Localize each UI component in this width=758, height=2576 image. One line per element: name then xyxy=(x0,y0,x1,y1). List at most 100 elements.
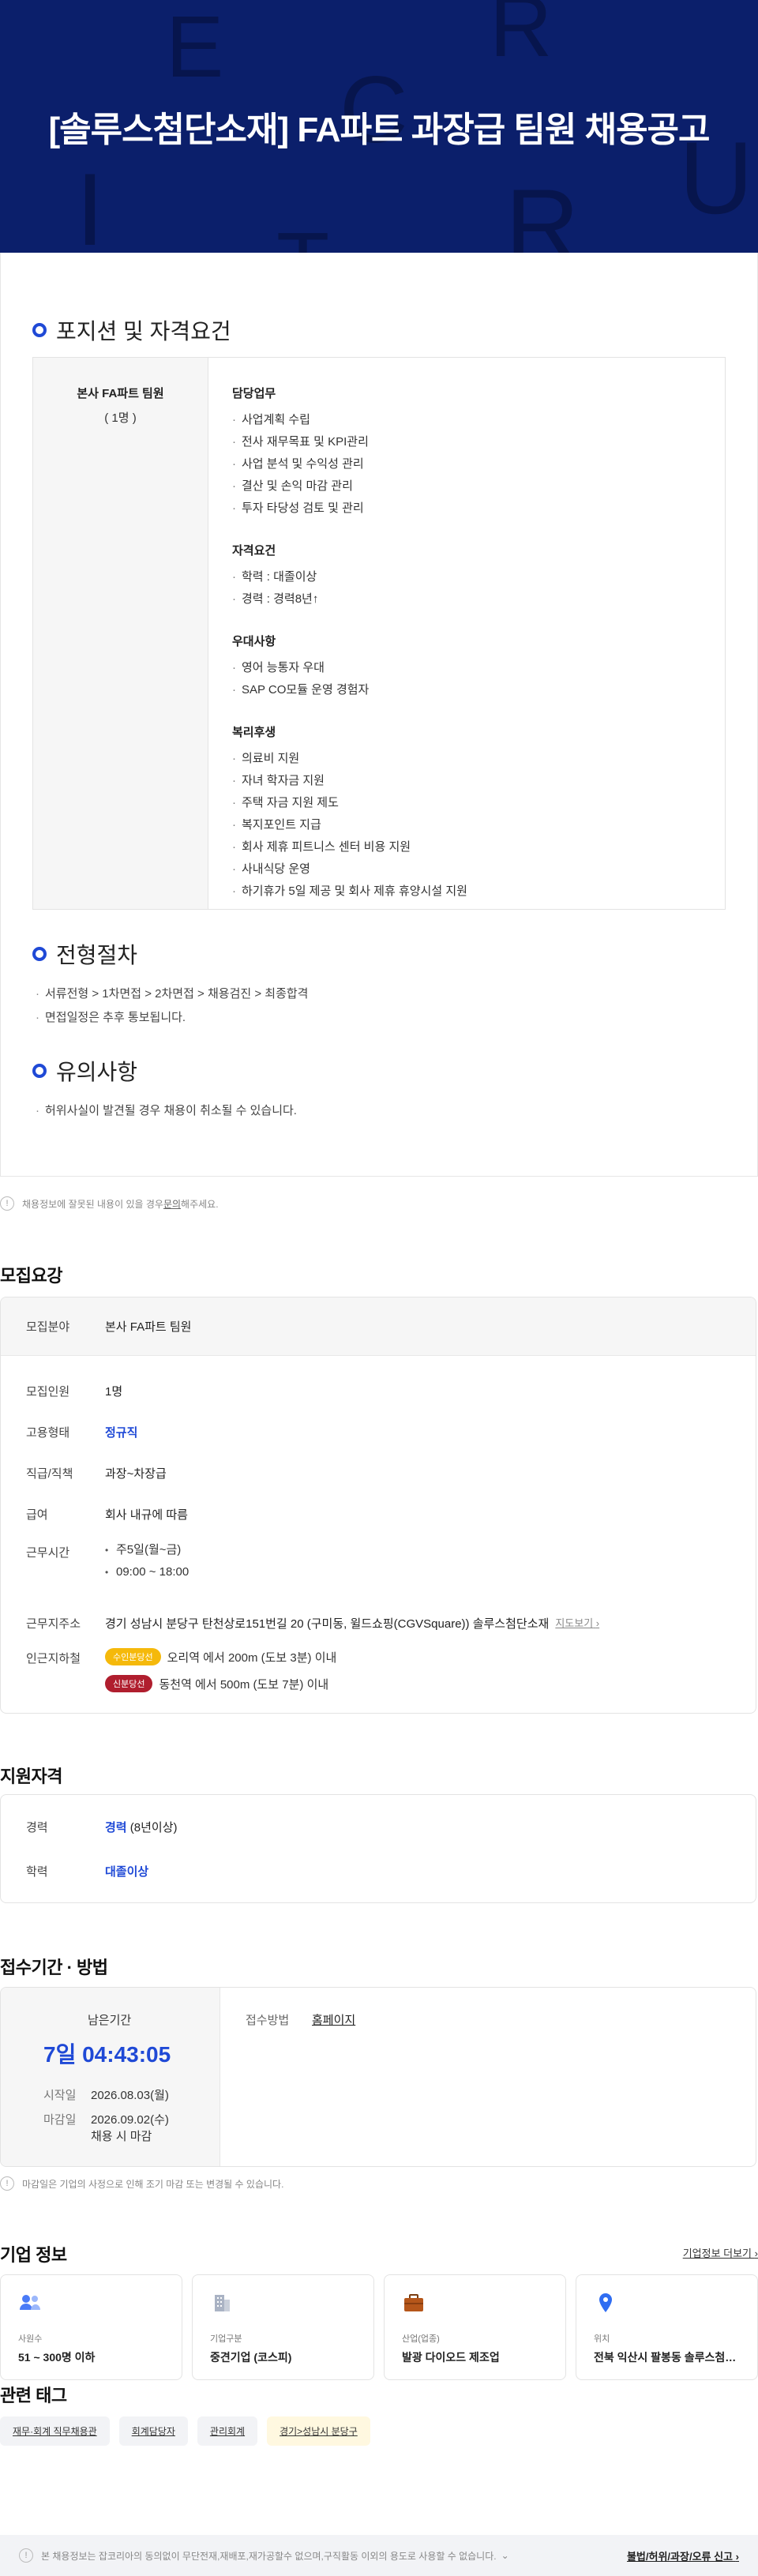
position-role-cell: 본사 FA파트 팀원 ( 1명 ) xyxy=(33,358,208,909)
ring-bullet-icon xyxy=(32,323,47,337)
homepage-apply-link[interactable]: 홈페이지 xyxy=(312,2011,355,2142)
building-icon xyxy=(215,2295,230,2311)
list-item: 서류전형 > 1차면접 > 2차면접 > 채용검진 > 최종합격 xyxy=(36,982,308,1006)
map-link[interactable]: 지도보기 › xyxy=(555,1615,599,1630)
list-item: 하기휴가 5일 제공 및 회사 제휴 휴양시설 지원 xyxy=(232,881,467,903)
position-table: 본사 FA파트 팀원 ( 1명 ) 담당업무 사업계획 수립 전사 재무목표 및… xyxy=(32,357,726,910)
chevron-right-icon: › xyxy=(735,2550,739,2563)
list-item: 학력 : 대졸이상 xyxy=(232,566,467,588)
employment-type-row: 고용형태 정규직 xyxy=(1,1424,756,1440)
subway-item: 신분당선 동천역 에서 500m (도보 7분) 이내 xyxy=(105,1675,336,1692)
report-link[interactable]: 불법/허위/과장/오류 신고 › xyxy=(627,2548,739,2563)
posting-detail-card: 포지션 및 자격요건 본사 FA파트 팀원 ( 1명 ) 담당업무 사업계획 수… xyxy=(0,253,758,1177)
period-left-panel: 남은기간 7일 04:43:05 시작일 2026.08.03(월) 마감일 2… xyxy=(1,1988,220,2166)
recruit-box: 모집분야 본사 FA파트 팀원 모집인원 1명 고용형태 정규직 직급/직책 과… xyxy=(0,1297,756,1714)
subway-item: 수인분당선 오리역 에서 200m (도보 3분) 이내 xyxy=(105,1648,336,1665)
ring-bullet-icon xyxy=(32,1064,47,1078)
recruit-count-row: 모집인원 1명 xyxy=(26,1385,123,1399)
list-item: 의료비 지원 xyxy=(232,748,467,770)
subway-line-badge: 수인분당선 xyxy=(105,1648,161,1665)
info-icon: ! xyxy=(0,1196,14,1211)
company-more-link[interactable]: 기업정보 더보기 › xyxy=(683,2245,758,2260)
company-card-employees: 사원수 51 ~ 300명 이하 xyxy=(0,2274,182,2380)
company-heading: 기업 정보 xyxy=(0,2245,67,2265)
subway-row: 인근지하철 수인분당선 오리역 에서 200m (도보 3분) 이내 신분당선 … xyxy=(1,1648,756,1702)
list-item: 전사 재무목표 및 KPI관리 xyxy=(232,431,467,453)
list-item: 사업 분석 및 수익성 관리 xyxy=(232,453,467,475)
copyright-footer: ! 본 채용정보는 잡코리아의 동의없이 무단전재,재배포,재가공할수 없으며,… xyxy=(0,2535,758,2576)
list-item: 영어 능통자 우대 xyxy=(232,657,467,679)
apply-method: 접수방법 홈페이지 xyxy=(220,1988,381,2166)
hero-bg-letter: R xyxy=(505,167,580,253)
company-card-industry: 산업(업종) 발광 다이오드 제조업 xyxy=(384,2274,566,2380)
caution-heading: 유의사항 xyxy=(32,1055,137,1087)
benefit-group: 복리후생 의료비 지원 자녀 학자금 지원 주택 자금 지원 제도 복지포인트 … xyxy=(232,723,467,903)
career-row: 경력 경력 (8년이상) xyxy=(26,1821,178,1834)
tag-item[interactable]: 재무·회계 직무채용관 xyxy=(0,2416,110,2446)
company-card-type: 기업구분 중견기업 (코스피) xyxy=(192,2274,374,2380)
education-value: 대졸이상 xyxy=(105,1865,149,1879)
info-icon: ! xyxy=(0,2176,14,2191)
hero-banner: E R C U I R T [솔루스첨단소재] FA파트 과장급 팀원 채용공고 xyxy=(0,0,758,253)
ring-bullet-icon xyxy=(32,947,47,961)
career-value: 경력 xyxy=(105,1821,127,1834)
remaining-label: 남은기간 xyxy=(88,2014,132,2027)
recruit-heading: 모집요강 xyxy=(0,1266,62,1286)
remaining-time: 7일 04:43:05 xyxy=(43,2042,171,2067)
list-item: 사내식당 운영 xyxy=(232,858,467,881)
tag-item[interactable]: 회계담당자 xyxy=(118,2416,188,2446)
recruit-field-row: 모집분야 본사 FA파트 팀원 xyxy=(1,1297,756,1356)
list-item: 경력 : 경력8년↑ xyxy=(232,588,467,610)
inquiry-link[interactable]: 문의 xyxy=(163,1197,181,1211)
tag-item[interactable]: 경기>성남시 분당구 xyxy=(267,2416,370,2446)
list-item: 회사 제휴 피트니스 센터 비용 지원 xyxy=(232,836,467,858)
period-heading: 접수기간 · 방법 xyxy=(0,1958,108,1977)
chevron-right-icon: › xyxy=(595,1617,600,1629)
period-box: 남은기간 7일 04:43:05 시작일 2026.08.03(월) 마감일 2… xyxy=(0,1987,756,2167)
rank-row: 직급/직책 과장~차장급 xyxy=(26,1467,167,1481)
tag-item[interactable]: 관리회계 xyxy=(197,2416,258,2446)
process-heading: 전형절차 xyxy=(32,938,137,970)
list-item: 허위사실이 발견될 경우 채용이 취소될 수 있습니다. xyxy=(36,1099,297,1123)
qualification-box: 경력 경력 (8년이상) 학력 대졸이상 xyxy=(0,1794,756,1903)
posting-title: [솔루스첨단소재] FA파트 과장급 팀원 채용공고 xyxy=(48,111,710,149)
chevron-right-icon: › xyxy=(754,2247,758,2259)
work-address-row: 근무지주소 경기 성남시 분당구 탄천상로151번길 20 (구미동, 윌드쇼핑… xyxy=(1,1615,756,1632)
salary-row: 급여 회사 내규에 따름 xyxy=(26,1508,188,1522)
company-card-location: 위치 전북 익산시 팔봉동 솔루스첨단소재 xyxy=(576,2274,758,2380)
list-item: 투자 타당성 검토 및 관리 xyxy=(232,498,467,520)
start-date-row: 시작일 2026.08.03(월) xyxy=(43,2089,169,2102)
work-address-value: 경기 성남시 분당구 탄천상로151번길 20 (구미동, 윌드쇼핑(CGVSq… xyxy=(105,1617,550,1631)
position-details-cell: 담당업무 사업계획 수립 전사 재무목표 및 KPI관리 사업 분석 및 수익성… xyxy=(208,358,491,909)
position-heading: 포지션 및 자격요건 xyxy=(32,314,231,346)
end-date-row: 마감일 2026.09.02(수) 채용 시 마감 xyxy=(43,2113,169,2143)
hero-bg-letter: E xyxy=(166,0,224,96)
education-row: 학력 대졸이상 xyxy=(1,1863,756,1879)
info-icon: ! xyxy=(19,2548,33,2563)
tag-list: 재무·회계 직무채용관 회계담당자 관리회계 경기>성남시 분당구 xyxy=(0,2416,370,2446)
work-hours-row: 근무시간 주5일(월~금) 09:00 ~ 18:00 xyxy=(1,1539,756,1583)
deadline-notice: ! 마감일은 기업의 사정으로 인해 조기 마감 또는 변경될 수 있습니다. xyxy=(0,2176,283,2191)
list-item: 주5일(월~금) xyxy=(105,1539,189,1561)
subway-line-badge: 신분당선 xyxy=(105,1675,153,1692)
hero-bg-letter: T xyxy=(276,213,329,253)
list-item: 복지포인트 지급 xyxy=(232,814,467,836)
requirement-group: 자격요건 학력 : 대졸이상 경력 : 경력8년↑ xyxy=(232,542,467,610)
list-item: 주택 자금 지원 제도 xyxy=(232,792,467,814)
people-icon xyxy=(20,2295,40,2310)
briefcase-icon xyxy=(404,2294,423,2311)
qualification-heading: 지원자격 xyxy=(0,1767,62,1786)
hero-bg-letter: I xyxy=(76,152,105,253)
company-cards: 사원수 51 ~ 300명 이하 기업구분 중견기업 (코스피) 산업(업종) … xyxy=(0,2274,758,2380)
list-item: 자녀 학자금 지원 xyxy=(232,770,467,792)
list-item: SAP CO모듈 운영 경험자 xyxy=(232,679,467,701)
role-name: 본사 FA파트 팀원 xyxy=(77,387,164,400)
preference-group: 우대사항 영어 능통자 우대 SAP CO모듈 운영 경험자 xyxy=(232,633,467,701)
list-item: 사업계획 수립 xyxy=(232,409,467,431)
chevron-down-icon[interactable]: ⌄ xyxy=(501,2550,509,2561)
duty-group: 담당업무 사업계획 수립 전사 재무목표 및 KPI관리 사업 분석 및 수익성… xyxy=(232,385,467,520)
process-list: 서류전형 > 1차면접 > 2차면접 > 채용검진 > 최종합격 면접일정은 추… xyxy=(36,982,308,1030)
caution-list: 허위사실이 발견될 경우 채용이 취소될 수 있습니다. xyxy=(36,1099,297,1123)
tags-heading: 관련 태그 xyxy=(0,2386,67,2405)
job-posting-page: E R C U I R T [솔루스첨단소재] FA파트 과장급 팀원 채용공고… xyxy=(0,0,758,2576)
